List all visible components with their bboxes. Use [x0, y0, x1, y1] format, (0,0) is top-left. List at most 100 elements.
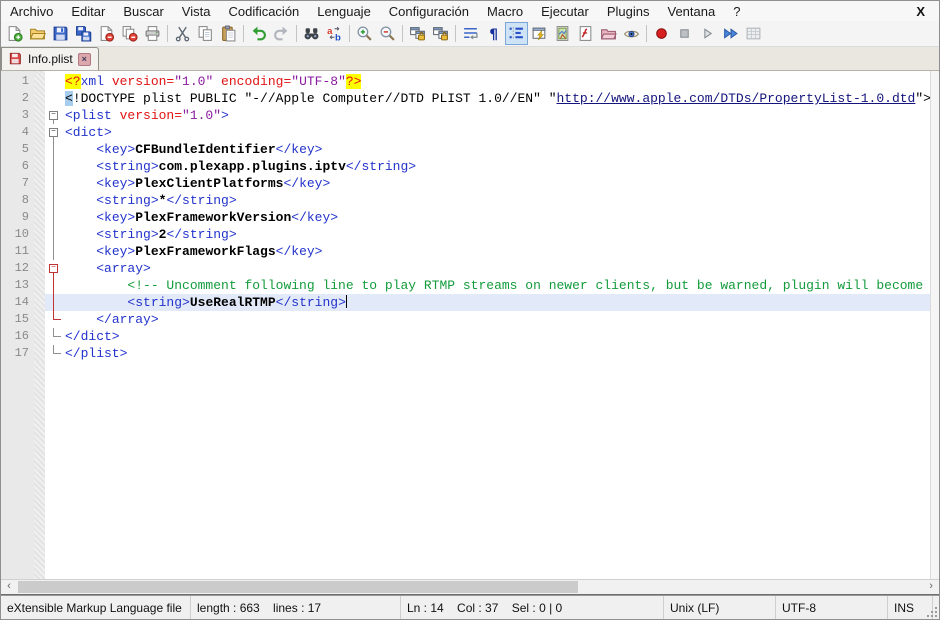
- open-file-icon[interactable]: [26, 22, 49, 45]
- show-indent-guide-icon[interactable]: [505, 22, 528, 45]
- close-file-icon[interactable]: [95, 22, 118, 45]
- menu-item-archivo[interactable]: Archivo: [1, 3, 62, 20]
- code-text[interactable]: </dict>: [65, 328, 930, 345]
- code-text[interactable]: <key>PlexFrameworkVersion</key>: [65, 209, 930, 226]
- fold-margin-cell[interactable]: −: [45, 124, 65, 141]
- line-number[interactable]: 7: [1, 175, 34, 192]
- line-number[interactable]: 2: [1, 90, 34, 107]
- code-text[interactable]: <array>: [65, 260, 930, 277]
- bookmark-cell[interactable]: [34, 345, 45, 362]
- zoom-out-icon[interactable]: [376, 22, 399, 45]
- bookmark-cell[interactable]: [34, 311, 45, 328]
- tab-info-plist[interactable]: Info.plist ×: [1, 47, 99, 70]
- line-number[interactable]: 4: [1, 124, 34, 141]
- bookmark-cell[interactable]: [34, 260, 45, 277]
- code-text[interactable]: <!DOCTYPE plist PUBLIC "-//Apple Compute…: [65, 90, 930, 107]
- fold-collapse-icon[interactable]: −: [49, 264, 58, 273]
- menu-item-lenguaje[interactable]: Lenguaje: [308, 3, 380, 20]
- line-number[interactable]: 1: [1, 73, 34, 90]
- bookmark-cell[interactable]: [34, 107, 45, 124]
- line-number[interactable]: 14: [1, 294, 34, 311]
- play-macro-icon[interactable]: [696, 22, 719, 45]
- fold-collapse-icon[interactable]: −: [49, 111, 58, 120]
- bookmark-cell[interactable]: [34, 141, 45, 158]
- bookmark-cell[interactable]: [34, 73, 45, 90]
- menu-item-macro[interactable]: Macro: [478, 3, 532, 20]
- bookmark-cell[interactable]: [34, 124, 45, 141]
- code-text[interactable]: <dict>: [65, 124, 930, 141]
- vertical-scrollbar[interactable]: [930, 71, 939, 579]
- bookmark-cell[interactable]: [34, 192, 45, 209]
- bookmark-cell[interactable]: [34, 328, 45, 345]
- document-map-icon[interactable]: [551, 22, 574, 45]
- line-number[interactable]: 17: [1, 345, 34, 362]
- menu-item-configuraci-n[interactable]: Configuración: [380, 3, 478, 20]
- line-number[interactable]: 10: [1, 226, 34, 243]
- menu-item-buscar[interactable]: Buscar: [114, 3, 172, 20]
- cut-icon[interactable]: [171, 22, 194, 45]
- fold-margin-cell[interactable]: −: [45, 107, 65, 124]
- bookmark-cell[interactable]: [34, 294, 45, 311]
- menu-item-plugins[interactable]: Plugins: [598, 3, 659, 20]
- code-text[interactable]: <string>com.plexapp.plugins.iptv</string…: [65, 158, 930, 175]
- sync-vertical-scroll-icon[interactable]: [406, 22, 429, 45]
- fold-collapse-icon[interactable]: −: [49, 128, 58, 137]
- code-text[interactable]: <key>PlexFrameworkFlags</key>: [65, 243, 930, 260]
- bookmark-cell[interactable]: [34, 158, 45, 175]
- line-number[interactable]: 6: [1, 158, 34, 175]
- copy-icon[interactable]: [194, 22, 217, 45]
- bookmark-cell[interactable]: [34, 90, 45, 107]
- line-number[interactable]: 16: [1, 328, 34, 345]
- scroll-left-arrow-icon[interactable]: ‹: [1, 580, 17, 594]
- function-list-icon[interactable]: [574, 22, 597, 45]
- find-icon[interactable]: [300, 22, 323, 45]
- close-all-icon[interactable]: [118, 22, 141, 45]
- resize-grip[interactable]: [933, 605, 939, 619]
- zoom-in-icon[interactable]: [353, 22, 376, 45]
- line-number[interactable]: 5: [1, 141, 34, 158]
- bookmark-cell[interactable]: [34, 243, 45, 260]
- code-text[interactable]: <string>UseRealRTMP</string>: [65, 294, 930, 311]
- line-number[interactable]: 3: [1, 107, 34, 124]
- stop-macro-icon[interactable]: [673, 22, 696, 45]
- code-text[interactable]: <plist version="1.0">: [65, 107, 930, 124]
- menu-item-editar[interactable]: Editar: [62, 3, 114, 20]
- line-number[interactable]: 13: [1, 277, 34, 294]
- tab-close-icon[interactable]: ×: [78, 53, 91, 66]
- code-text[interactable]: <string>2</string>: [65, 226, 930, 243]
- redo-icon[interactable]: [270, 22, 293, 45]
- record-macro-icon[interactable]: [650, 22, 673, 45]
- menu-item-vista[interactable]: Vista: [173, 3, 220, 20]
- print-icon[interactable]: [141, 22, 164, 45]
- code-text[interactable]: </plist>: [65, 345, 930, 362]
- code-text[interactable]: <!-- Uncomment following line to play RT…: [65, 277, 930, 294]
- line-number[interactable]: 11: [1, 243, 34, 260]
- scroll-right-arrow-icon[interactable]: ›: [923, 580, 939, 594]
- paste-icon[interactable]: [217, 22, 240, 45]
- menu-item-?[interactable]: ?: [724, 3, 749, 20]
- line-number[interactable]: 8: [1, 192, 34, 209]
- code-text[interactable]: <?xml version="1.0" encoding="UTF-8"?>: [65, 73, 930, 90]
- undo-icon[interactable]: [247, 22, 270, 45]
- save-all-icon[interactable]: [72, 22, 95, 45]
- word-wrap-icon[interactable]: [459, 22, 482, 45]
- monitoring-icon[interactable]: [620, 22, 643, 45]
- menu-item-ejecutar[interactable]: Ejecutar: [532, 3, 598, 20]
- bookmark-cell[interactable]: [34, 277, 45, 294]
- line-number[interactable]: 12: [1, 260, 34, 277]
- fold-margin-cell[interactable]: −: [45, 260, 65, 277]
- sync-horizontal-scroll-icon[interactable]: [429, 22, 452, 45]
- bookmark-cell[interactable]: [34, 209, 45, 226]
- code-text[interactable]: <key>CFBundleIdentifier</key>: [65, 141, 930, 158]
- bookmark-cell[interactable]: [34, 226, 45, 243]
- horizontal-scroll-thumb[interactable]: [18, 581, 578, 593]
- code-text[interactable]: </array>: [65, 311, 930, 328]
- folder-as-workspace-icon[interactable]: [597, 22, 620, 45]
- code-text[interactable]: <key>PlexClientPlatforms</key>: [65, 175, 930, 192]
- new-file-icon[interactable]: [3, 22, 26, 45]
- menu-item-ventana[interactable]: Ventana: [658, 3, 724, 20]
- save-file-icon[interactable]: [49, 22, 72, 45]
- replace-icon[interactable]: [323, 22, 346, 45]
- menu-item-codificaci-n[interactable]: Codificación: [219, 3, 308, 20]
- run-macro-multiple-icon[interactable]: [719, 22, 742, 45]
